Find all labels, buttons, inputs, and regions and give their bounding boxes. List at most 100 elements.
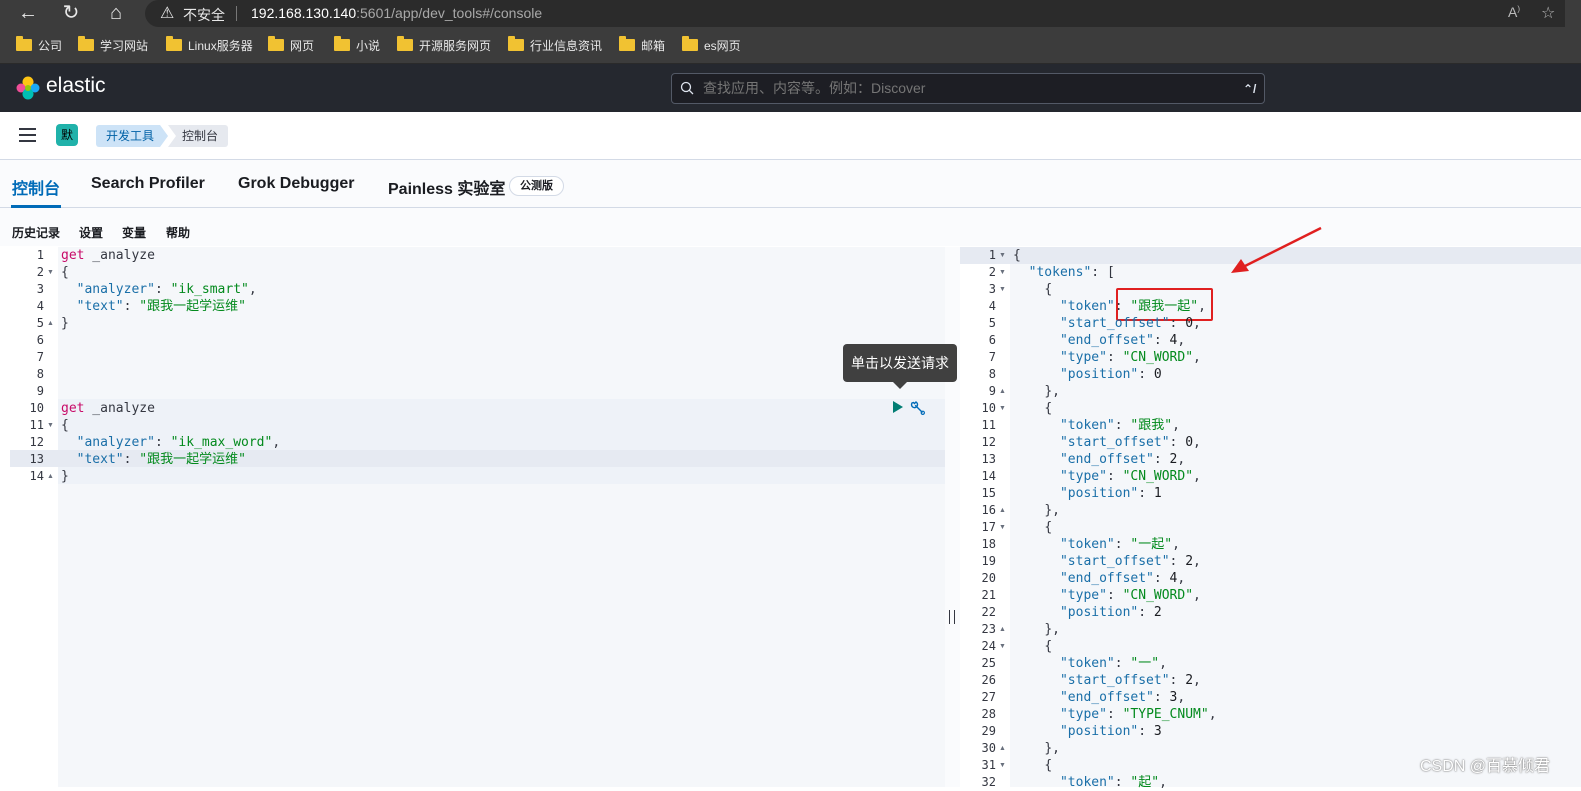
- line-number: 2: [988, 265, 996, 279]
- code-line: {: [1044, 758, 1053, 773]
- code-line[interactable]: {: [61, 417, 69, 434]
- fold-toggle-icon[interactable]: ▲: [999, 621, 1006, 638]
- elastic-logo-icon[interactable]: [16, 76, 40, 100]
- folder-icon: [508, 36, 524, 51]
- bookmark-item[interactable]: 小说: [334, 36, 381, 55]
- pane-divider[interactable]: [945, 247, 960, 787]
- bookmark-label: 行业信息资讯: [530, 39, 603, 53]
- bookmark-label: 小说: [356, 39, 381, 53]
- line-number: 5: [36, 316, 44, 330]
- url-text[interactable]: 192.168.130.140:5601/app/dev_tools#/cons…: [251, 5, 542, 21]
- tab-console[interactable]: 控制台: [12, 175, 60, 199]
- tab-grok-debugger[interactable]: Grok Debugger: [238, 175, 354, 193]
- code-line: "end_offset": 4,: [1059, 571, 1186, 586]
- code-line[interactable]: "text": "跟我一起学运维": [61, 298, 246, 315]
- code-line: "token": "跟我一起",: [1059, 299, 1206, 314]
- code-line: "position": 0: [1059, 367, 1162, 382]
- code-line[interactable]: get _analyze: [61, 247, 155, 264]
- play-icon[interactable]: [892, 400, 904, 414]
- bookmark-label: 学习网站: [100, 39, 149, 53]
- fold-toggle-icon[interactable]: ▼: [999, 519, 1006, 536]
- fold-toggle-icon[interactable]: ▼: [999, 400, 1006, 417]
- fold-toggle-icon[interactable]: ▲: [47, 315, 54, 332]
- line-number: 4: [988, 299, 996, 313]
- warning-icon[interactable]: ⚠: [160, 3, 174, 23]
- fold-toggle-icon[interactable]: ▲: [999, 383, 1006, 400]
- fold-toggle-icon[interactable]: ▲: [999, 740, 1006, 757]
- code-line: {: [1044, 520, 1053, 535]
- history-button[interactable]: 历史记录: [12, 224, 60, 241]
- folder-icon: [268, 36, 284, 51]
- fold-toggle-icon[interactable]: ▼: [999, 281, 1006, 298]
- code-line: "token": "一",: [1059, 656, 1167, 671]
- tab-search-profiler[interactable]: Search Profiler: [91, 175, 205, 193]
- bookmark-item[interactable]: 网页: [268, 36, 314, 55]
- code-line: "start_offset": 0,: [1059, 435, 1201, 450]
- fold-toggle-icon[interactable]: ▼: [999, 638, 1006, 655]
- bookmark-item[interactable]: 邮箱: [619, 36, 665, 55]
- global-search-input[interactable]: [703, 80, 1203, 96]
- fold-toggle-icon[interactable]: ▲: [47, 468, 54, 485]
- wrench-icon[interactable]: [909, 399, 926, 416]
- code-line: {: [1013, 248, 1021, 263]
- security-label[interactable]: 不安全: [183, 5, 225, 25]
- code-line[interactable]: "analyzer": "ik_max_word",: [61, 434, 281, 451]
- send-request-tooltip: 单击以发送请求: [843, 344, 957, 382]
- code-line: "position": 1: [1059, 486, 1162, 501]
- space-avatar[interactable]: 默: [56, 124, 78, 146]
- help-button[interactable]: 帮助: [166, 224, 190, 241]
- bookmark-item[interactable]: 开源服务网页: [397, 36, 492, 55]
- reload-icon[interactable]: ↻: [59, 2, 83, 26]
- code-line[interactable]: }: [61, 468, 69, 485]
- code-line[interactable]: "analyzer": "ik_smart",: [61, 281, 257, 298]
- search-shortcut-hint: ⌃/: [1243, 82, 1257, 96]
- line-number: 26: [981, 673, 996, 687]
- code-line: "end_offset": 3,: [1059, 690, 1186, 705]
- code-line[interactable]: }: [61, 315, 69, 332]
- code-line[interactable]: get _analyze: [61, 400, 155, 417]
- favorite-star-icon[interactable]: ☆: [1541, 3, 1555, 23]
- request-editor[interactable]: [10, 247, 945, 787]
- line-number: 10: [981, 401, 996, 415]
- code-line[interactable]: "text": "跟我一起学运维": [61, 451, 246, 468]
- line-number: 4: [36, 299, 44, 313]
- console-toolbar: [0, 208, 1581, 246]
- fold-toggle-icon[interactable]: ▼: [999, 247, 1006, 264]
- variables-button[interactable]: 变量: [122, 224, 146, 241]
- code-line[interactable]: {: [61, 264, 69, 281]
- fold-toggle-icon[interactable]: ▼: [47, 264, 54, 281]
- tab-painless-lab[interactable]: Painless 实验室: [388, 175, 505, 199]
- fold-toggle-icon[interactable]: ▼: [999, 264, 1006, 281]
- folder-icon: [16, 36, 32, 51]
- read-aloud-icon[interactable]: A): [1508, 4, 1520, 20]
- code-line: "type": "CN_WORD",: [1059, 588, 1201, 603]
- back-arrow-icon[interactable]: ←: [16, 2, 40, 26]
- code-line: {: [1044, 401, 1053, 416]
- elastic-wordmark[interactable]: elastic: [46, 74, 106, 98]
- bookmark-item[interactable]: 行业信息资讯: [508, 36, 603, 55]
- watermark: CSDN @百慕倾君: [1420, 758, 1551, 775]
- code-line: {: [1044, 639, 1053, 654]
- bookmark-item[interactable]: Linux服务器: [166, 36, 253, 55]
- line-number: 2: [36, 265, 44, 279]
- fold-toggle-icon[interactable]: ▲: [999, 502, 1006, 519]
- code-line: "token": "一起",: [1059, 537, 1180, 552]
- bookmark-item[interactable]: 公司: [16, 36, 63, 55]
- address-separator: [236, 6, 237, 21]
- bookmark-label: 公司: [38, 39, 63, 53]
- breadcrumb-dev-tools[interactable]: 开发工具: [96, 125, 168, 147]
- line-number: 25: [981, 656, 996, 670]
- line-number: 29: [981, 724, 996, 738]
- settings-button[interactable]: 设置: [79, 224, 103, 241]
- bookmark-label: 开源服务网页: [419, 39, 492, 53]
- resize-handle-icon[interactable]: [949, 610, 955, 624]
- bookmark-item[interactable]: es网页: [682, 36, 741, 55]
- line-number: 12: [29, 435, 44, 449]
- bookmark-item[interactable]: 学习网站: [78, 36, 149, 55]
- home-icon[interactable]: ⌂: [104, 2, 128, 26]
- fold-toggle-icon[interactable]: ▼: [47, 417, 54, 434]
- fold-toggle-icon[interactable]: ▼: [999, 757, 1006, 774]
- beta-badge: 公测版: [509, 176, 564, 196]
- hamburger-menu-icon[interactable]: [19, 128, 36, 142]
- breadcrumb-bar: [0, 112, 1581, 160]
